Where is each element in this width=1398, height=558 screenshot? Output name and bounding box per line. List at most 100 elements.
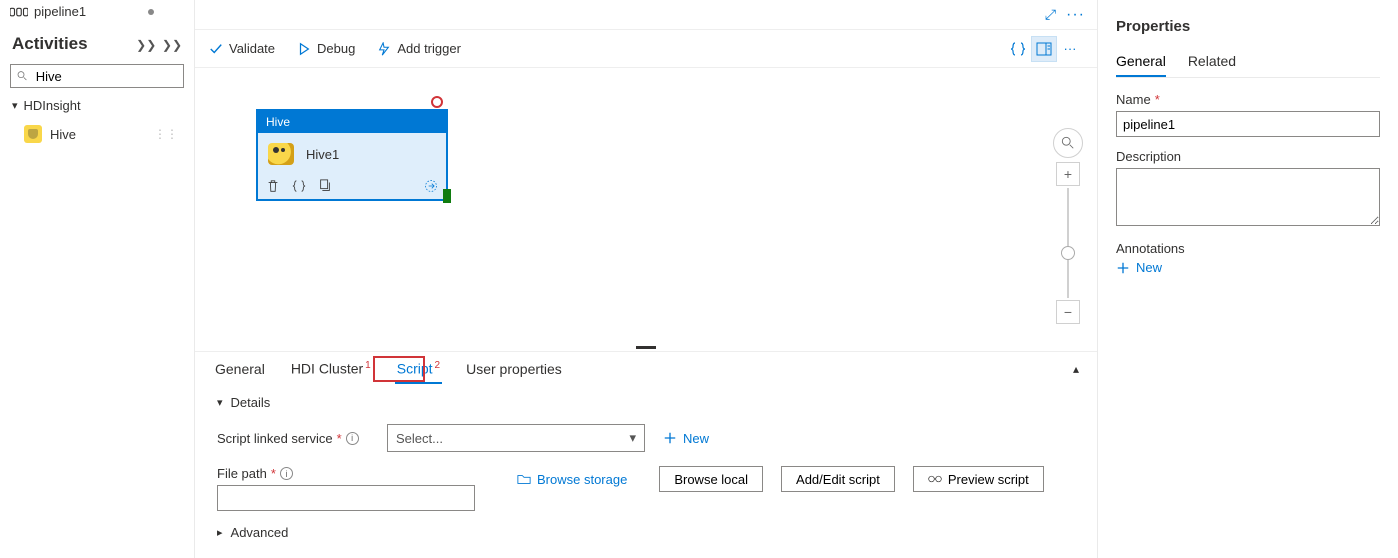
properties-pane-icon xyxy=(1036,41,1052,57)
plus-icon xyxy=(663,431,677,445)
info-icon[interactable]: i xyxy=(280,467,293,480)
success-output-port[interactable] xyxy=(443,189,451,203)
browse-storage-button[interactable]: Browse storage xyxy=(517,472,627,487)
select-placeholder: Select... xyxy=(396,431,443,446)
add-edit-label: Add/Edit script xyxy=(796,472,880,487)
prop-name-input[interactable] xyxy=(1116,111,1380,137)
code-icon[interactable] xyxy=(292,179,306,193)
drag-handle-icon[interactable]: ⋮⋮ xyxy=(154,127,178,141)
advanced-section-toggle[interactable]: ▸ Advanced xyxy=(217,525,1075,540)
pipeline-canvas[interactable]: Hive Hive1 xyxy=(195,68,1097,343)
node-name: Hive1 xyxy=(306,147,339,162)
preview-label: Preview script xyxy=(948,472,1029,487)
fullscreen-icon[interactable]: ⤢ xyxy=(1045,6,1056,23)
pipeline-tab-title: pipeline1 xyxy=(34,4,86,19)
prop-tab-related-label: Related xyxy=(1188,53,1236,69)
new-label: New xyxy=(683,431,709,446)
play-icon xyxy=(297,42,311,56)
tab-script[interactable]: Script2 xyxy=(395,354,442,383)
zoom-slider-handle[interactable] xyxy=(1061,246,1075,260)
tab-general[interactable]: General xyxy=(213,355,267,383)
zoom-out-button[interactable]: − xyxy=(1056,300,1080,324)
script-linked-service-label: Script linked service*i xyxy=(217,431,387,446)
pipeline-tab[interactable]: pipeline1 xyxy=(0,0,194,24)
hdi-badge: 1 xyxy=(365,360,371,371)
properties-tab-related[interactable]: Related xyxy=(1188,47,1236,77)
preview-script-button[interactable]: Preview script xyxy=(913,466,1044,492)
activity-item-hive[interactable]: Hive ⋮⋮ xyxy=(0,119,194,149)
browse-local-label: Browse local xyxy=(674,472,748,487)
activities-group-label: HDInsight xyxy=(24,98,81,113)
properties-panel: Properties General Related Name* Descrip… xyxy=(1098,0,1398,558)
collapse-panel-icon[interactable]: ❮❮ xyxy=(162,38,182,52)
add-annotation-label: New xyxy=(1136,260,1162,275)
clone-icon[interactable] xyxy=(318,179,332,193)
collapse-panel-icon[interactable]: ▴ xyxy=(1073,362,1079,376)
tab-general-label: General xyxy=(215,361,265,377)
chevron-down-icon: ▾ xyxy=(12,99,18,112)
editor-titlebar: ⤢ ··· xyxy=(195,0,1097,30)
tab-userprops-label: User properties xyxy=(466,361,562,377)
chevron-down-icon: ▾ xyxy=(629,430,636,446)
prop-description-input[interactable] xyxy=(1116,168,1380,226)
delete-icon[interactable] xyxy=(266,179,280,193)
expand-all-icon[interactable]: ❯❯ xyxy=(136,38,156,52)
properties-pane-button[interactable] xyxy=(1031,36,1057,62)
script-panel: ▾ Details Script linked service*i Select… xyxy=(195,385,1097,558)
file-path-input[interactable] xyxy=(217,485,475,511)
panel-splitter[interactable] xyxy=(195,343,1097,351)
properties-tab-general[interactable]: General xyxy=(1116,47,1166,77)
properties-title: Properties xyxy=(1116,18,1380,35)
tab-hdi-cluster[interactable]: HDI Cluster1 xyxy=(289,354,373,383)
activities-search[interactable] xyxy=(10,64,184,88)
add-trigger-label: Add trigger xyxy=(397,41,461,56)
activity-item-label: Hive xyxy=(50,127,76,142)
hive-icon xyxy=(24,125,42,143)
debug-label: Debug xyxy=(317,41,355,56)
search-icon xyxy=(1061,136,1075,150)
browse-local-button[interactable]: Browse local xyxy=(659,466,763,492)
hive-icon xyxy=(268,143,294,165)
activities-heading: Activities xyxy=(12,34,134,54)
activities-search-input[interactable] xyxy=(34,68,177,85)
new-linked-service-button[interactable]: New xyxy=(663,431,709,446)
activity-node-hive1[interactable]: Hive Hive1 xyxy=(257,110,447,200)
zoom-slider-track[interactable] xyxy=(1067,188,1069,298)
tab-hdi-label: HDI Cluster xyxy=(291,361,363,377)
validation-error-indicator-icon xyxy=(431,96,443,108)
tab-user-properties[interactable]: User properties xyxy=(464,355,564,383)
activities-group-hdinsight[interactable]: ▾ HDInsight xyxy=(0,92,194,119)
details-section-toggle[interactable]: ▾ Details xyxy=(217,395,1075,410)
chevron-down-icon: ▾ xyxy=(217,396,223,409)
braces-icon xyxy=(1010,41,1026,57)
file-path-label: File path*i xyxy=(217,466,387,481)
execute-icon[interactable] xyxy=(424,179,438,193)
prop-annotations-label: Annotations xyxy=(1116,241,1380,256)
add-edit-script-button[interactable]: Add/Edit script xyxy=(781,466,895,492)
check-icon xyxy=(209,42,223,56)
chevron-right-icon: ▸ xyxy=(217,526,223,539)
canvas-more-button[interactable]: ··· xyxy=(1057,36,1083,62)
validate-label: Validate xyxy=(229,41,275,56)
add-annotation-button[interactable]: New xyxy=(1116,260,1380,275)
unsaved-indicator-icon xyxy=(148,9,154,15)
glasses-icon xyxy=(928,472,942,486)
folder-icon xyxy=(517,472,531,486)
zoom-search-button[interactable] xyxy=(1053,128,1083,158)
details-label: Details xyxy=(231,395,271,410)
activities-sidebar: pipeline1 Activities ❯❯ ❮❮ ▾ HDInsight H… xyxy=(0,0,195,558)
tab-script-label: Script xyxy=(397,361,433,377)
prop-tab-general-label: General xyxy=(1116,53,1166,69)
validate-button[interactable]: Validate xyxy=(209,41,275,56)
code-view-button[interactable] xyxy=(1005,36,1031,62)
more-menu-icon[interactable]: ··· xyxy=(1066,6,1085,24)
canvas-wrapper: Hive Hive1 xyxy=(195,68,1097,343)
more-icon: ··· xyxy=(1064,41,1077,56)
zoom-controls: + − xyxy=(1053,128,1083,324)
add-trigger-button[interactable]: Add trigger xyxy=(377,41,461,56)
debug-button[interactable]: Debug xyxy=(297,41,355,56)
node-header: Hive xyxy=(258,111,446,133)
script-linked-service-select[interactable]: Select... ▾ xyxy=(387,424,645,452)
info-icon[interactable]: i xyxy=(346,432,359,445)
zoom-in-button[interactable]: + xyxy=(1056,162,1080,186)
